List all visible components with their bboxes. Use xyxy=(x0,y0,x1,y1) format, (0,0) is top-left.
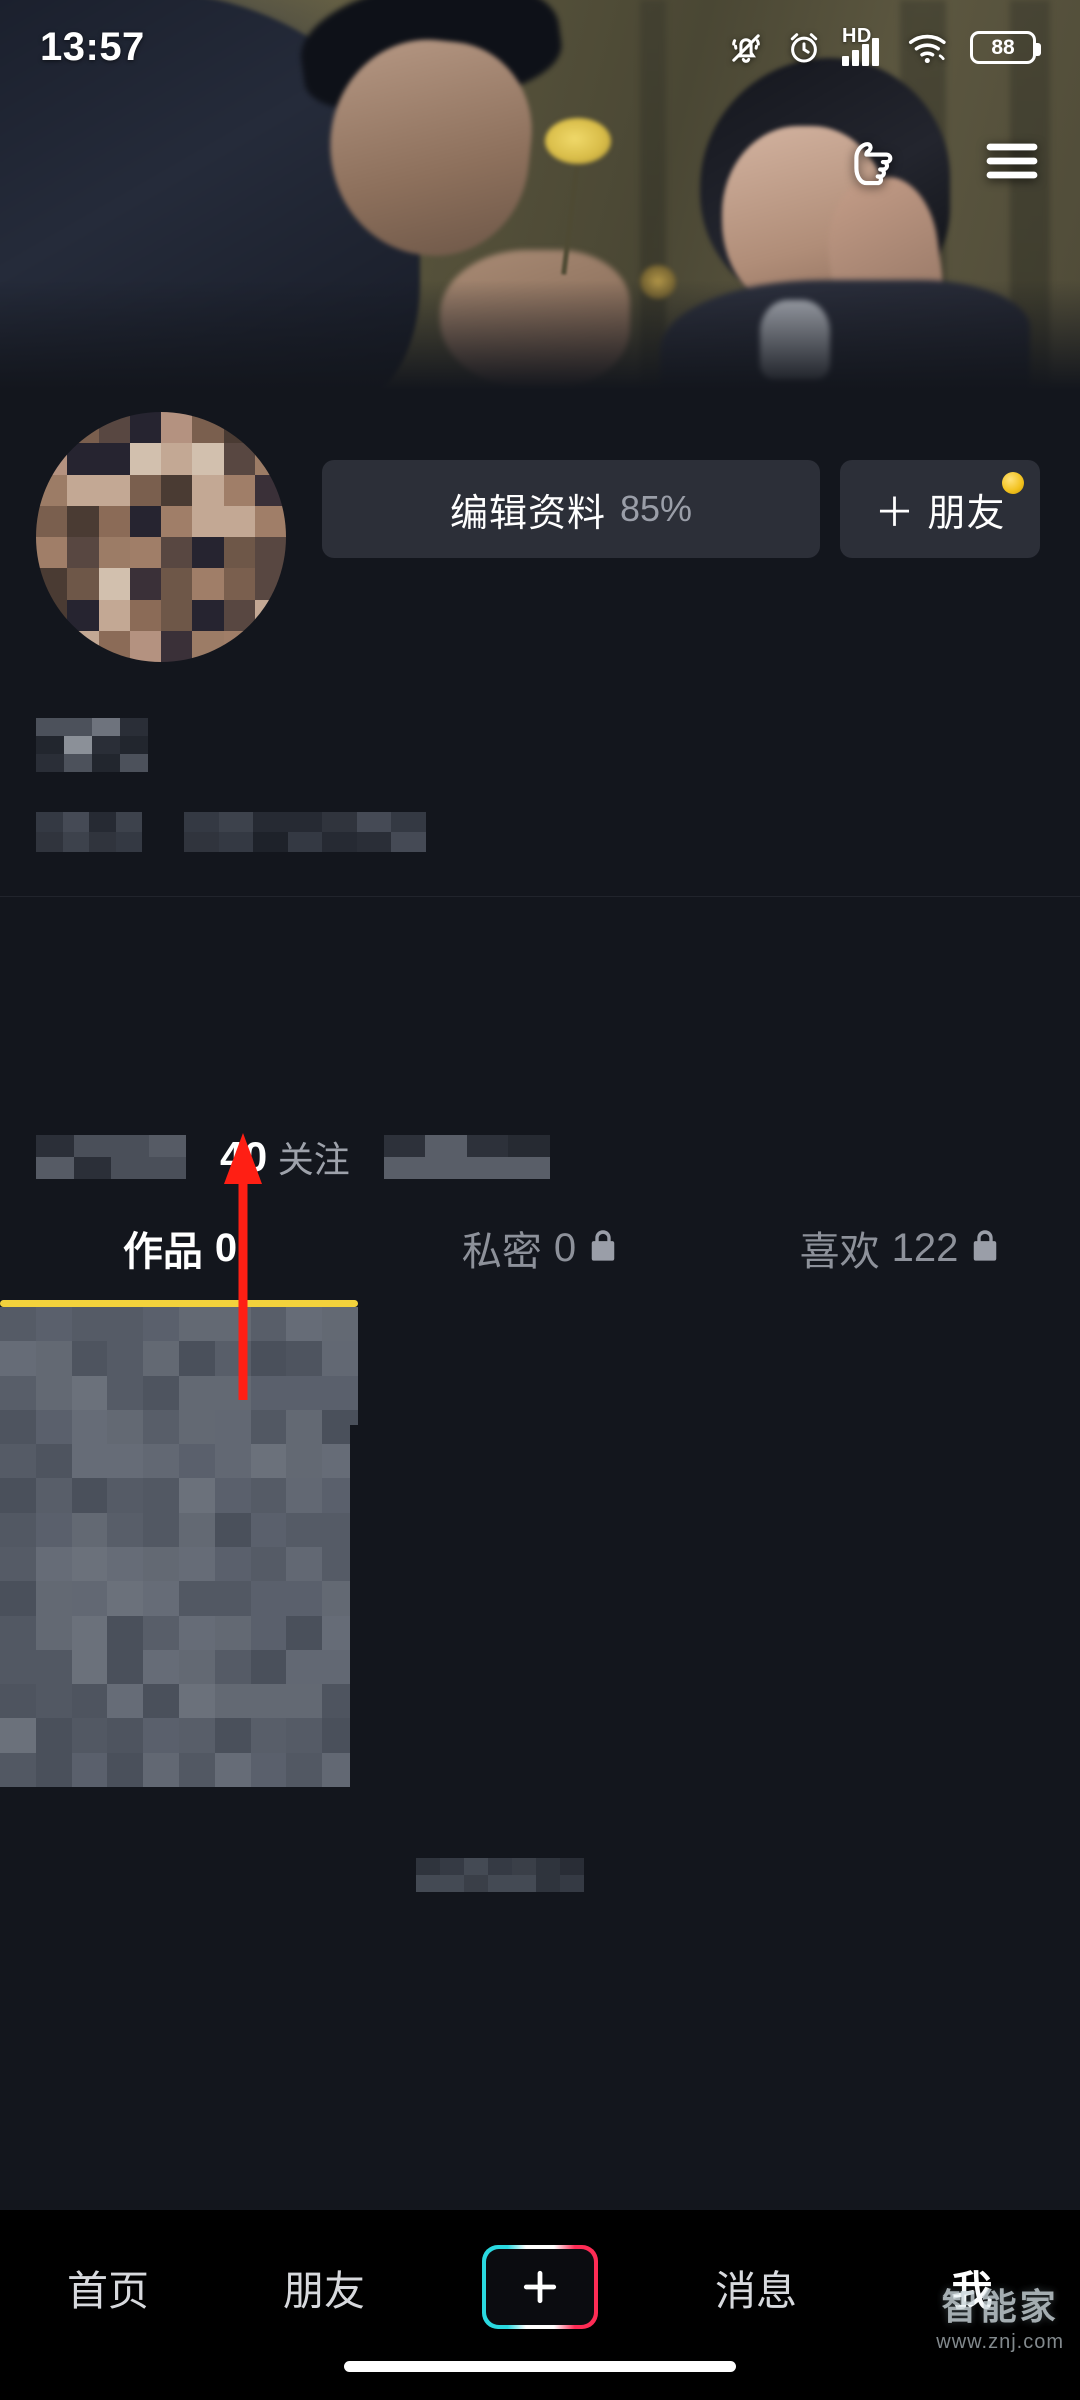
nav-item-create[interactable] xyxy=(432,2244,648,2330)
wifi-icon xyxy=(907,30,951,66)
hd-signal-icon: HD xyxy=(842,26,888,68)
following-label: 关注 xyxy=(277,1139,350,1180)
alarm-clock-icon xyxy=(785,29,823,67)
mosaic-caption xyxy=(416,1858,584,1892)
nav-messages-label: 消息 xyxy=(715,2268,797,2314)
watermark: 智能家 www.znj.com xyxy=(936,2289,1064,2354)
tab-private-label: 私密 xyxy=(461,1230,542,1274)
battery-level-text: 88 xyxy=(991,36,1015,59)
mosaic-stat-right xyxy=(383,1135,550,1179)
nav-friends-label: 朋友 xyxy=(283,2268,365,2314)
tab-works-count: 0 xyxy=(214,1225,238,1270)
tab-likes-count: 122 xyxy=(891,1225,959,1270)
content-grid xyxy=(0,1307,1080,2237)
profile-tabs: 作品 0 私密 0 喜欢 122 xyxy=(0,1215,1080,1305)
edit-profile-button[interactable]: 编辑资料 85% xyxy=(322,460,820,558)
profile-meta-redacted xyxy=(0,772,1080,852)
mosaic-bio-line-3 xyxy=(36,1041,460,1085)
following-count: 40 xyxy=(220,1133,268,1180)
profile-section: 编辑资料 85% ＋ 朋友 40 关注 xyxy=(0,390,1080,1183)
nav-item-friends[interactable]: 朋友 xyxy=(216,2244,432,2330)
tab-works-label: 作品 xyxy=(122,1230,203,1274)
watermark-name: 智能家 xyxy=(941,2286,1059,2327)
create-post-button[interactable] xyxy=(482,2245,598,2329)
tab-likes[interactable]: 喜欢 122 xyxy=(720,1215,1080,1281)
status-bar-icons: HD 88 xyxy=(726,26,1041,68)
nav-home-label: 首页 xyxy=(67,2268,149,2314)
username-redacted xyxy=(0,662,1080,772)
lock-icon xyxy=(588,1229,618,1268)
nav-item-messages[interactable]: 消息 xyxy=(648,2244,864,2330)
banner-gradient-overlay xyxy=(0,280,1080,390)
bell-mute-icon xyxy=(726,29,766,67)
bottom-navigation-bar: 首页 朋友 消息 我 xyxy=(0,2210,1080,2400)
lock-icon xyxy=(970,1229,1000,1268)
profile-stats-row[interactable]: 40 关注 xyxy=(0,1085,1080,1183)
edit-profile-label: 编辑资料 xyxy=(449,492,606,535)
tab-private[interactable]: 私密 0 xyxy=(360,1215,720,1281)
avatar[interactable] xyxy=(36,412,286,662)
mosaic-username xyxy=(36,718,148,772)
header-actions xyxy=(844,132,1040,190)
mosaic-avatar xyxy=(36,412,286,662)
video-thumbnail[interactable] xyxy=(0,1307,358,1787)
plus-icon xyxy=(523,2270,557,2304)
profile-top-row: 编辑资料 85% ＋ 朋友 xyxy=(0,390,1080,662)
mosaic-stat-left xyxy=(36,1135,186,1179)
plus-icon: ＋ xyxy=(874,491,916,535)
tab-private-count: 0 xyxy=(553,1225,577,1270)
watermark-url: www.znj.com xyxy=(936,2331,1064,2353)
status-bar-clock: 13:57 xyxy=(40,25,145,69)
add-friend-button[interactable]: ＋ 朋友 xyxy=(840,460,1040,558)
active-tab-underline xyxy=(0,1300,358,1307)
mosaic-bio-line-1 xyxy=(36,933,646,977)
add-friend-label: 朋友 xyxy=(927,492,1006,535)
tab-likes-label: 喜欢 xyxy=(799,1230,880,1274)
pointing-hand-icon[interactable] xyxy=(844,132,906,190)
profile-action-buttons: 编辑资料 85% ＋ 朋友 xyxy=(322,460,1040,558)
mosaic-meta-2 xyxy=(184,812,426,852)
profile-completion-percent: 85% xyxy=(619,488,693,529)
banner-flower xyxy=(545,118,611,164)
nav-item-home[interactable]: 首页 xyxy=(0,2244,216,2330)
battery-icon: 88 xyxy=(970,31,1041,64)
thumbnail-notch xyxy=(350,1425,366,1795)
hamburger-menu-icon[interactable] xyxy=(984,139,1040,183)
profile-bio-redacted xyxy=(0,897,1080,1085)
notification-badge-dot xyxy=(1002,472,1024,494)
mosaic-thumbnail xyxy=(0,1307,358,1787)
status-bar: 13:57 HD 88 xyxy=(0,0,1080,95)
mosaic-bio-line-2 xyxy=(36,987,622,1031)
tab-works[interactable]: 作品 0 xyxy=(0,1215,360,1281)
mosaic-meta-1 xyxy=(36,812,142,852)
home-indicator xyxy=(344,2361,736,2372)
